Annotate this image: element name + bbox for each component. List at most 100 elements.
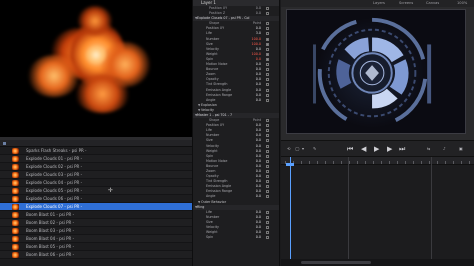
explosion-thumbnail-icon xyxy=(12,252,19,258)
circle-icon[interactable]: ◯ xyxy=(295,146,299,151)
library-item[interactable]: Boom Blast 01 - psi PR - xyxy=(0,211,192,219)
explosion-thumbnail-icon xyxy=(12,164,19,170)
library-list: Sparks Flash Streaks - psi PR - Explode C… xyxy=(0,147,192,259)
keyframe-checkbox[interactable] xyxy=(266,98,269,102)
library-item-label: Boom Blast 01 - psi PR - xyxy=(26,212,75,217)
keyframe-checkbox[interactable] xyxy=(266,42,269,46)
pointer-icon[interactable]: ⟲ xyxy=(287,146,290,151)
ruler-tick xyxy=(397,161,398,164)
keyframe-checkbox[interactable] xyxy=(266,220,269,224)
ruler-tick xyxy=(373,161,374,164)
keyframe-checkbox[interactable] xyxy=(266,139,269,143)
keyframe-checkbox[interactable] xyxy=(266,7,269,10)
explosion-thumbnail-icon xyxy=(12,196,19,202)
canvas-label-canvas[interactable]: Canvas xyxy=(426,1,439,5)
mask-icon[interactable]: ✎ xyxy=(313,146,316,151)
keyframe-checkbox[interactable] xyxy=(266,144,269,148)
library-item[interactable]: Sparks Flash Streaks - psi PR - xyxy=(0,147,192,155)
library-item-label: Explode Clouds 04 - psi PR - xyxy=(26,180,83,185)
keyframe-checkbox[interactable] xyxy=(266,93,269,97)
keyframe-checkbox[interactable] xyxy=(266,119,269,123)
ruler-tick xyxy=(453,161,454,164)
keyframe-checkbox[interactable] xyxy=(266,231,269,235)
keyframe-checkbox[interactable] xyxy=(266,149,269,153)
loop-icon[interactable]: ⇆ xyxy=(427,146,430,151)
scrollbar-thumb[interactable] xyxy=(301,261,371,264)
keyframe-checkbox[interactable] xyxy=(266,195,269,199)
library-item[interactable]: Explode Clouds 05 - psi PR - xyxy=(0,187,192,195)
keyframe-checkbox[interactable] xyxy=(266,52,269,56)
keyframe-checkbox[interactable] xyxy=(266,170,269,173)
keyframe-checkbox[interactable] xyxy=(266,210,269,214)
particle-preview xyxy=(0,0,192,137)
keyframe-checkbox[interactable] xyxy=(266,27,269,31)
canvas-label-layers[interactable]: Layers xyxy=(373,1,385,5)
keyframe-checkbox[interactable] xyxy=(266,78,269,82)
canvas-zoom[interactable]: 100% xyxy=(457,1,467,5)
library-item[interactable]: Explode Clouds 07 - psi PR - xyxy=(0,203,192,211)
keyframe-checkbox[interactable] xyxy=(266,32,269,36)
keyframe-checkbox[interactable] xyxy=(266,73,269,77)
ruler-tick xyxy=(317,161,318,164)
timeline-scrollbar[interactable] xyxy=(281,259,474,266)
library-item[interactable]: Explode Clouds 02 - psi PR - xyxy=(0,163,192,171)
keyframe-checkbox[interactable] xyxy=(266,226,269,230)
explosion-thumbnail-icon xyxy=(12,244,19,250)
keyframe-checkbox[interactable] xyxy=(266,124,269,128)
library-menu-icon[interactable] xyxy=(3,142,6,145)
skip-forward-icon[interactable]: ⏭ xyxy=(399,144,405,154)
library-item[interactable]: Explode Clouds 03 - psi PR - xyxy=(0,171,192,179)
keyframe-checkbox[interactable] xyxy=(266,134,269,138)
playhead-handle[interactable] xyxy=(286,163,294,166)
ruler-tick xyxy=(349,161,350,164)
keyframe-checkbox[interactable] xyxy=(266,22,269,26)
keyframe-checkbox[interactable] xyxy=(266,215,269,219)
canvas-label-screens[interactable]: Screens xyxy=(399,1,413,5)
keyframe-checkbox[interactable] xyxy=(266,185,269,189)
skip-back-icon[interactable]: ⏮ xyxy=(347,144,353,154)
playhead[interactable] xyxy=(290,157,291,266)
step-forward-icon[interactable]: ▶ xyxy=(387,144,392,154)
library-item[interactable]: Boom Blast 05 - psi PR - xyxy=(0,243,192,251)
keyframe-checkbox[interactable] xyxy=(266,68,269,72)
keyframe-checkbox[interactable] xyxy=(266,88,269,92)
keyframe-checkbox[interactable] xyxy=(266,159,269,163)
library-item[interactable]: Explode Clouds 01 - psi PR - xyxy=(0,155,192,163)
param-value[interactable]: 0.0 xyxy=(249,235,261,240)
dropdown-icon[interactable]: ▾ xyxy=(302,146,304,151)
library-item[interactable]: Explode Clouds 04 - psi PR - xyxy=(0,179,192,187)
keyframe-checkbox[interactable] xyxy=(266,180,269,184)
inspector-param[interactable]: Spin 0.0 xyxy=(193,235,279,240)
timeline-ruler[interactable] xyxy=(281,157,474,165)
keyframe-checkbox[interactable] xyxy=(266,129,269,133)
library-item-label: Boom Blast 06 - psi PR - xyxy=(26,252,75,257)
audio-icon[interactable]: ♪ xyxy=(443,146,446,151)
step-back-icon[interactable]: ◀ xyxy=(361,144,366,154)
keyframe-checkbox[interactable] xyxy=(266,63,269,67)
keyframe-checkbox[interactable] xyxy=(266,164,269,168)
keyframe-checkbox[interactable] xyxy=(266,37,269,41)
library-item[interactable]: Boom Blast 04 - psi PR - xyxy=(0,235,192,243)
timeline[interactable] xyxy=(281,157,474,266)
keyframe-checkbox[interactable] xyxy=(266,12,269,16)
keyframe-checkbox[interactable] xyxy=(266,57,269,61)
library-item[interactable]: Boom Blast 06 - psi PR - xyxy=(0,251,192,259)
keyframe-checkbox[interactable] xyxy=(266,83,269,87)
settings-icon[interactable]: ▣ xyxy=(459,146,463,151)
move-cursor-icon: ✛ xyxy=(108,187,114,194)
keyframe-checkbox[interactable] xyxy=(266,190,269,194)
keyframe-checkbox[interactable] xyxy=(266,154,269,158)
library-item[interactable]: Boom Blast 03 - psi PR - xyxy=(0,227,192,235)
keyframe-checkbox[interactable] xyxy=(266,47,269,51)
canvas-stage[interactable] xyxy=(286,9,466,134)
library-item[interactable]: Explode Clouds 06 - psi PR - xyxy=(0,195,192,203)
keyframe-checkbox[interactable] xyxy=(266,175,269,179)
keyframe-checkbox[interactable] xyxy=(266,236,269,240)
library-item[interactable]: Boom Blast 02 - psi PR - xyxy=(0,219,192,227)
play-icon[interactable]: ▶ xyxy=(374,144,379,154)
ruler-tick xyxy=(333,161,334,164)
library-item-label: Sparks Flash Streaks - psi PR - xyxy=(26,148,87,153)
ruler-tick xyxy=(381,161,382,164)
library-item-label: Explode Clouds 01 - psi PR - xyxy=(26,156,83,161)
explosion-thumbnail-icon xyxy=(12,156,19,162)
